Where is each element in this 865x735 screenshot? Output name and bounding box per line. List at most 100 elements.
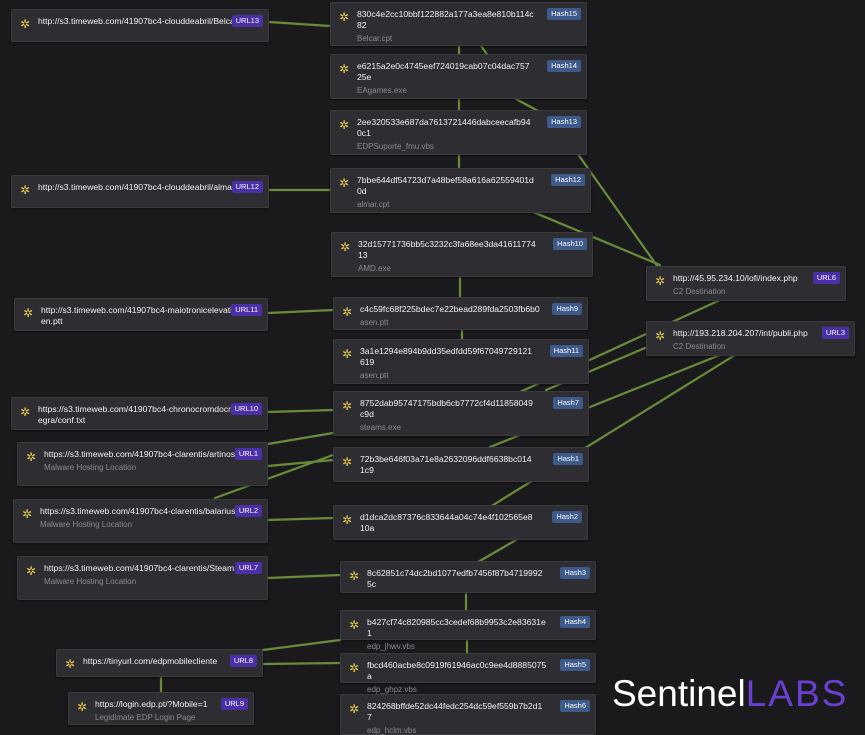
hash-node-4[interactable]: ✲ b427cf74c820985cc3cedef68b9953c2e83631…: [340, 610, 596, 651]
node-title: http://s3.timeweb.com/41907bc4-clouddeab…: [38, 16, 252, 26]
node-title: https://tinyurl.com/edpmobilecliente: [83, 656, 218, 666]
node-badge: URL1: [234, 448, 262, 460]
node-badge: Hash3: [560, 567, 590, 579]
hash-node-1[interactable]: ✲ 72b3be646f03a71e8a2632096ddf6638bc0141…: [333, 447, 589, 482]
hash-node-6[interactable]: ✲ 824268bffde52dc44fedc254dc59ef559b7b2d…: [340, 694, 596, 735]
gear-icon: ✲: [20, 405, 31, 419]
node-title: fbcd460acbe8c0919f61946ac0c9ee4d8885075a: [367, 660, 547, 681]
gear-icon: ✲: [349, 569, 360, 583]
node-title: e6215a2e0c4745eef724019cab07c04dac75725e: [357, 61, 530, 82]
node-subtitle: EAgames.exe: [357, 86, 407, 95]
gear-icon: ✲: [22, 507, 33, 521]
hash-node-2[interactable]: ✲ d1dca2dc87376c833644a04c74e4f102565e81…: [333, 505, 588, 540]
url-node-10[interactable]: ✲ https://s3.timeweb.com/41907bc4-chrono…: [11, 397, 268, 430]
gear-icon: ✲: [339, 10, 350, 24]
url-node-8[interactable]: ✲ https://tinyurl.com/edpmobilecliente U…: [56, 649, 263, 677]
graph-canvas: ✲ http://s3.timeweb.com/41907bc4-cloudde…: [0, 0, 865, 735]
node-badge: Hash10: [553, 238, 587, 250]
hash-node-7[interactable]: ✲ 8752dab95747175bdb6cb7772cf4d11858049c…: [333, 391, 589, 436]
node-badge: Hash2: [552, 511, 582, 523]
url-node-9[interactable]: ✲ https://login.edp.pt/?Mobile=1 Legidim…: [68, 692, 254, 725]
url-node-7[interactable]: ✲ https://s3.timeweb.com/41907bc4-claren…: [17, 556, 268, 600]
gear-icon: ✲: [20, 183, 31, 197]
url-node-2[interactable]: ✲ https://s3.timeweb.com/41907bc4-claren…: [13, 499, 268, 543]
gear-icon: ✲: [342, 305, 353, 319]
node-title: http://s3.timeweb.com/41907bc4-maiotroni…: [41, 305, 254, 326]
url-node-12[interactable]: ✲ http://s3.timeweb.com/41907bc4-cloudde…: [11, 175, 269, 208]
sentinel-labs-logo: SentinelLABS: [612, 672, 848, 716]
node-badge: Hash12: [551, 174, 585, 186]
gear-icon: ✲: [339, 176, 350, 190]
gear-icon: ✲: [26, 450, 37, 464]
url-node-13[interactable]: ✲ http://s3.timeweb.com/41907bc4-cloudde…: [11, 9, 269, 42]
gear-icon: ✲: [342, 455, 353, 469]
node-title: https://s3.timeweb.com/41907bc4-clarenti…: [40, 506, 252, 516]
node-title: 72b3be646f03a71e8a2632096ddf6638bc0141c9: [360, 454, 532, 475]
edge: [261, 661, 342, 666]
node-title: http://193.218.204.207/int/publi.php: [673, 328, 808, 338]
node-title: 32d15771736bb5c3232c3fa68ee3da4161177413: [358, 239, 536, 260]
hash-node-9[interactable]: ✲ c4c59fc68f225bdec7e22bead289fda2503fb6…: [333, 297, 588, 330]
node-badge: URL13: [231, 15, 263, 27]
gear-icon: ✲: [339, 62, 350, 76]
hash-node-5[interactable]: ✲ fbcd460acbe8c0919f61946ac0c9ee4d888507…: [340, 653, 596, 694]
url-node-3[interactable]: ✲ http://193.218.204.207/int/publi.php C…: [646, 321, 855, 356]
hash-node-14[interactable]: ✲ e6215a2e0c4745eef724019cab07c04dac7572…: [330, 54, 587, 99]
node-subtitle: Malware Hosting Location: [44, 463, 137, 472]
node-badge: Hash5: [560, 659, 590, 671]
url-node-1[interactable]: ✲ https://s3.timeweb.com/41907bc4-claren…: [17, 442, 268, 486]
gear-icon: ✲: [349, 618, 360, 632]
node-badge: Hash1: [553, 453, 583, 465]
node-badge: URL10: [230, 403, 262, 415]
node-title: b427cf74c820985cc3cedef68b9953c2e83631e1: [367, 617, 546, 638]
node-subtitle: Malware Hosting Location: [44, 577, 137, 586]
logo-part-2: LABS: [745, 673, 849, 714]
gear-icon: ✲: [77, 700, 88, 714]
node-badge: Hash13: [547, 116, 581, 128]
hash-node-13[interactable]: ✲ 2ee320533e687da7613721446dabceecafb940…: [330, 110, 587, 155]
gear-icon: ✲: [23, 306, 34, 320]
node-subtitle: EDPSuporte_fmu.vbs: [357, 142, 434, 151]
node-badge: Hash6: [560, 700, 590, 712]
node-subtitle: Belcar.cpt: [357, 34, 393, 43]
node-title: 830c4e2cc10bbf122882a177a3ea8e810b114c82: [357, 9, 534, 30]
node-badge: URL12: [231, 181, 263, 193]
url-node-6[interactable]: ✲ http://45.95.234.10/lofi/index.php C2 …: [646, 266, 846, 301]
node-title: https://s3.timeweb.com/41907bc4-chronocr…: [38, 404, 255, 425]
node-subtitle: Malware Hosting Location: [40, 520, 133, 529]
node-badge: URL9: [220, 698, 248, 710]
node-title: c4c59fc68f225bdec7e22bead289fda2503fb6b0: [360, 304, 540, 314]
node-badge: Hash4: [560, 616, 590, 628]
hash-node-11[interactable]: ✲ 3a1e1294e894b9dd35edfdd59f670497291216…: [333, 339, 589, 384]
url-node-11[interactable]: ✲ http://s3.timeweb.com/41907bc4-maiotro…: [14, 298, 268, 331]
gear-icon: ✲: [340, 240, 351, 254]
node-title: 2ee320533e687da7613721446dabceecafb940c1: [357, 117, 531, 138]
edge: [266, 308, 335, 315]
gear-icon: ✲: [655, 274, 666, 288]
hash-node-12[interactable]: ✲ 7bbe644df54723d7a48bef58a616a62559401d…: [330, 168, 591, 213]
node-subtitle: Legidimate EDP Login Page: [95, 713, 196, 722]
logo-part-1: Sentinel: [612, 673, 746, 714]
edge: [266, 516, 335, 522]
node-title: 824268bffde52dc44fedc254dc59ef559b7b2d17: [367, 701, 543, 722]
node-badge: URL6: [812, 272, 840, 284]
gear-icon: ✲: [20, 17, 31, 31]
node-badge: Hash15: [547, 8, 581, 20]
node-title: 8752dab95747175bdb6cb7772cf4d11858049c9d: [360, 398, 533, 419]
node-title: d1dca2dc87376c833644a04c74e4f102565e810a: [360, 512, 533, 533]
node-subtitle: edp_hclm.vbs: [367, 726, 417, 735]
node-subtitle: almar.cpt: [357, 200, 390, 209]
gear-icon: ✲: [342, 513, 353, 527]
gear-icon: ✲: [349, 702, 360, 716]
gear-icon: ✲: [342, 347, 353, 361]
node-badge: URL7: [234, 562, 262, 574]
node-subtitle: edp_jhwv.vbs: [367, 642, 415, 651]
node-badge: Hash11: [549, 345, 583, 357]
hash-node-3[interactable]: ✲ 8c62851c74dc2bd1077edfb7456f87b4719992…: [340, 561, 596, 593]
edge: [267, 20, 332, 28]
node-subtitle: steams.exe: [360, 423, 401, 432]
hash-node-15[interactable]: ✲ 830c4e2cc10bbf122882a177a3ea8e810b114c…: [330, 2, 587, 46]
hash-node-10[interactable]: ✲ 32d15771736bb5c3232c3fa68ee3da41611774…: [331, 232, 593, 277]
node-badge: URL8: [229, 655, 257, 667]
gear-icon: ✲: [26, 564, 37, 578]
